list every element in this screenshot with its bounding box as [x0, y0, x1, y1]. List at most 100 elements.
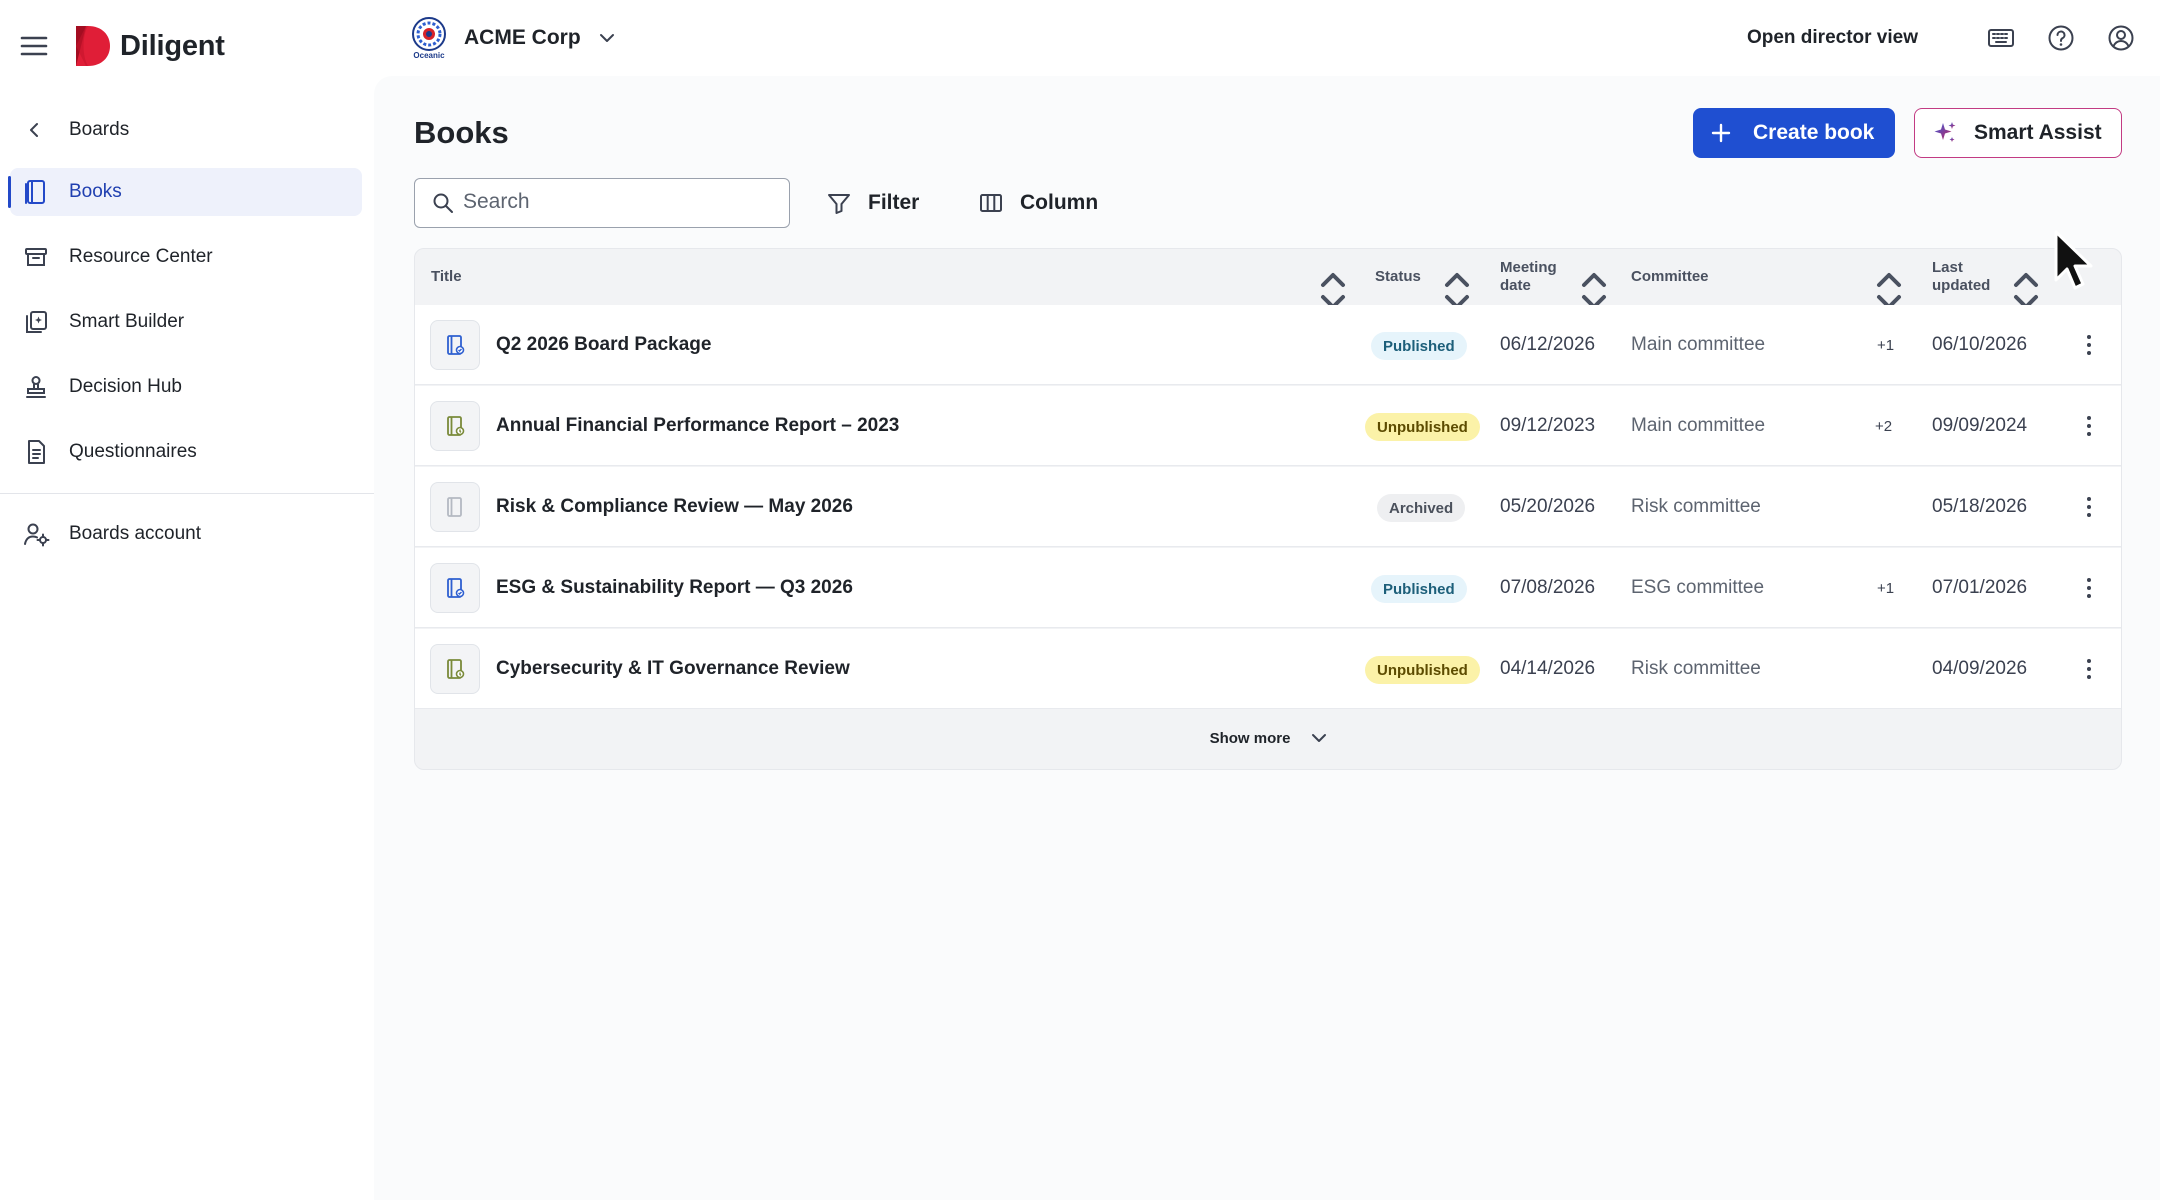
column-header-committee[interactable]: Committee: [1631, 249, 1709, 305]
help-icon[interactable]: [2046, 23, 2076, 53]
chevron-left-icon: [30, 123, 38, 137]
column-label: Column: [1020, 191, 1099, 214]
more-options-icon[interactable]: [2075, 493, 2103, 521]
meeting-date: 04/14/2026: [1500, 658, 1596, 679]
meeting-date: 09/12/2023: [1500, 415, 1596, 436]
sidebar-item-books[interactable]: Books: [8, 168, 362, 216]
last-updated: 05/18/2026: [1932, 496, 2028, 517]
diligent-logo-icon: [76, 26, 110, 66]
page-title: Books: [414, 115, 509, 150]
archive-icon: [25, 248, 47, 266]
status-badge: Unpublished: [1365, 413, 1480, 441]
book-published-icon: [430, 563, 480, 613]
sidebar-item-label: Smart Builder: [69, 311, 185, 332]
book-title: Cybersecurity & IT Governance Review: [496, 658, 850, 679]
show-more-label: Show more: [1209, 729, 1291, 747]
more-options-icon[interactable]: [2075, 412, 2103, 440]
status-badge: Published: [1371, 332, 1467, 360]
meeting-date: 07/08/2026: [1500, 577, 1596, 598]
status-badge: Published: [1371, 575, 1467, 603]
column-button[interactable]: Column: [978, 178, 1098, 228]
sidebar-item-label: Questionnaires: [69, 441, 197, 462]
back-to-boards[interactable]: Boards: [0, 108, 374, 152]
sidebar-item-label: Books: [69, 181, 122, 202]
book-archived-icon: [430, 482, 480, 532]
sparkle-icon: [1934, 122, 1956, 142]
sidebar-item-boards-account[interactable]: Boards account: [10, 510, 362, 558]
sidebar-item-label: Decision Hub: [69, 376, 182, 397]
questionnaire-icon: [28, 440, 45, 464]
table-row[interactable]: Q2 2026 Board Package Published 06/12/20…: [415, 305, 2121, 385]
sidebar-item-decision-hub[interactable]: Decision Hub: [10, 363, 362, 411]
column-header-label: Status: [1375, 268, 1421, 285]
search-box: [414, 178, 790, 228]
book-unpublished-icon: [430, 401, 480, 451]
top-right-actions: Open director view: [1747, 18, 2136, 58]
more-options-icon[interactable]: [2075, 331, 2103, 359]
filter-button[interactable]: Filter: [826, 178, 919, 228]
meeting-date: 06/12/2026: [1500, 334, 1596, 355]
create-book-label: Create book: [1753, 121, 1875, 144]
committee-extra-count[interactable]: +1: [1877, 548, 1894, 628]
committee-name: Main committee: [1631, 415, 1766, 436]
stamp-icon: [26, 376, 46, 398]
book-unpublished-icon: [430, 644, 480, 694]
table-header: Title Status Meeting date Committee Last…: [415, 249, 2121, 309]
search-icon: [433, 193, 453, 213]
book-title: Annual Financial Performance Report – 20…: [496, 415, 900, 436]
status-badge: Unpublished: [1365, 656, 1480, 684]
status-badge: Archived: [1377, 494, 1466, 522]
column-header-label: Title: [431, 268, 462, 285]
books-table: Title Status Meeting date Committee Last…: [414, 248, 2122, 770]
column-header-meeting-date[interactable]: Meeting date: [1500, 249, 1557, 305]
columns-icon: [980, 194, 1002, 212]
top-bar: Diligent Oceanic ACME Corp Open director…: [0, 0, 2160, 76]
smart-assist-button[interactable]: Smart Assist: [1914, 108, 2122, 158]
column-header-label: Last: [1932, 259, 1963, 276]
more-options-icon[interactable]: [2075, 574, 2103, 602]
last-updated: 04/09/2026: [1932, 658, 2028, 679]
show-more-button[interactable]: Show more: [415, 705, 2121, 769]
create-book-button[interactable]: Create book: [1693, 108, 1895, 158]
user-settings-icon: [24, 523, 50, 547]
org-logo-text: Oceanic: [413, 51, 445, 60]
sidebar-item-questionnaires[interactable]: Questionnaires: [10, 428, 362, 476]
table-row[interactable]: Risk & Compliance Review — May 2026 Arch…: [415, 467, 2121, 547]
search-input[interactable]: [463, 179, 781, 225]
column-header-label: date: [1500, 277, 1531, 294]
menu-icon[interactable]: [18, 30, 50, 62]
committee-extra-count[interactable]: +2: [1875, 386, 1892, 466]
smart-builder-icon: [26, 311, 47, 333]
column-header-label: Meeting: [1500, 259, 1557, 276]
committee-name: ESG committee: [1631, 577, 1765, 598]
last-updated: 06/10/2026: [1932, 334, 2028, 355]
plus-icon: [1711, 123, 1731, 143]
last-updated: 07/01/2026: [1932, 577, 2028, 598]
table-row[interactable]: ESG & Sustainability Report — Q3 2026 Pu…: [415, 548, 2121, 628]
sidebar-item-smart-builder[interactable]: Smart Builder: [10, 298, 362, 346]
committee-name: Risk committee: [1631, 496, 1761, 517]
diligent-logo[interactable]: Diligent: [72, 26, 225, 66]
keyboard-icon[interactable]: [1986, 23, 2016, 53]
book-published-icon: [430, 320, 480, 370]
org-switcher[interactable]: Oceanic ACME Corp: [408, 14, 617, 62]
book-title: Risk & Compliance Review — May 2026: [496, 496, 853, 517]
book-icon: [25, 180, 45, 204]
column-header-label: Committee: [1631, 268, 1709, 285]
filter-label: Filter: [868, 191, 920, 214]
open-director-view-link[interactable]: Open director view: [1747, 27, 1918, 49]
book-title: Q2 2026 Board Package: [496, 334, 712, 355]
sidebar-item-label: Boards account: [69, 523, 202, 544]
committee-extra-count[interactable]: +1: [1877, 305, 1894, 385]
user-account-icon[interactable]: [2106, 23, 2136, 53]
table-row[interactable]: Cybersecurity & IT Governance Review Unp…: [415, 629, 2121, 709]
committee-name: Risk committee: [1631, 658, 1761, 679]
more-options-icon[interactable]: [2075, 655, 2103, 683]
table-row[interactable]: Annual Financial Performance Report – 20…: [415, 386, 2121, 466]
chevron-down-icon: [1312, 734, 1327, 742]
column-header-last-updated[interactable]: Last updated: [1932, 249, 1990, 305]
column-header-title[interactable]: Title: [431, 249, 462, 305]
column-header-status[interactable]: Status: [1375, 249, 1421, 305]
sidebar-item-resource-center[interactable]: Resource Center: [10, 233, 362, 281]
main-content: Books Create book Smart Assist Filter Co…: [374, 76, 2160, 1200]
